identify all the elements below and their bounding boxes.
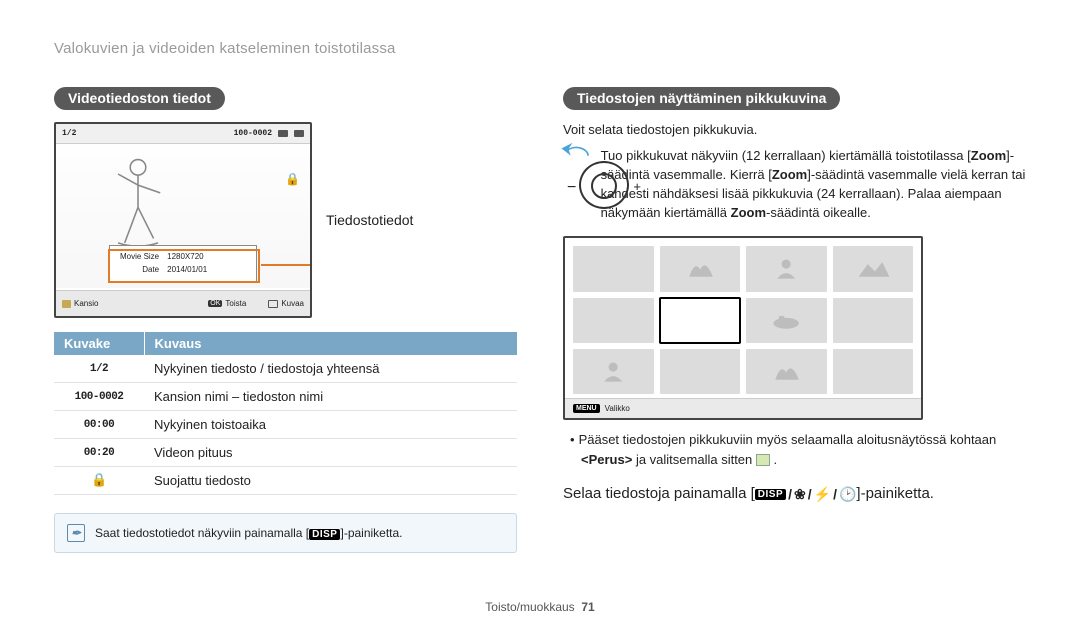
highlight-connector: [261, 264, 312, 266]
counter-label: 1/2: [62, 129, 76, 138]
thumb-cell: [573, 246, 654, 291]
lock-icon: 🔒: [91, 473, 107, 488]
table-header-desc: Kuvaus: [144, 332, 517, 355]
thumb-cell: [746, 349, 827, 394]
minus-icon: −: [567, 179, 576, 197]
bullet-note: •Pääset tiedostojen pikkukuviin myös sel…: [563, 430, 1026, 469]
table-row: 00:00Nykyinen toistoaika: [54, 411, 517, 439]
right-column: Tiedostojen näyttäminen pikkukuvina Voit…: [563, 87, 1026, 553]
page-footer: Toisto/muokkaus 71: [0, 600, 1080, 614]
thumb-cell: [833, 349, 914, 394]
section-heading-video-info: Videotiedoston tiedot: [54, 87, 225, 110]
disp-button-label: DISP: [755, 489, 786, 500]
thumb-cell: [660, 246, 741, 291]
thumb-cell: [833, 298, 914, 343]
thumb-cell: [746, 298, 827, 343]
browse-files-instruction: Selaa tiedostoja painamalla [ DISP/ ❀/ ⚡…: [563, 485, 1026, 503]
left-column: Videotiedoston tiedot 1/2 100-0002 00:00…: [54, 87, 517, 553]
thumb-cell: [573, 349, 654, 394]
table-row: 🔒Suojattu tiedosto: [54, 467, 517, 495]
disp-button-label: DISP: [309, 529, 340, 540]
table-row: 1/2Nykyinen tiedosto / tiedostoja yhteen…: [54, 355, 517, 383]
folder-file-label: 100-0002: [234, 129, 272, 138]
video-info-screenshot: 1/2 100-0002 00:00 00:20: [54, 122, 312, 318]
gallery-app-icon: [756, 454, 770, 466]
thumb-cell: [573, 298, 654, 343]
thumbnail-grid-screenshot: MENU Valikko: [563, 236, 923, 420]
dancer-illustration: [98, 154, 178, 254]
info-note: ✒ Saat tiedostotiedot näkyviin painamall…: [54, 513, 517, 553]
thumb-cell: [833, 246, 914, 291]
menu-label: Valikko: [605, 404, 630, 413]
lock-icon: 🔒: [285, 172, 300, 186]
info-icon: ✒: [67, 524, 85, 542]
folder-icon: [62, 300, 71, 308]
menu-button-label: MENU: [573, 404, 600, 413]
zoom-instruction-text: Tuo pikkukuvat näkyviin (12 kerrallaan) …: [601, 147, 1026, 222]
thumb-cell: [746, 246, 827, 291]
thumbnail-intro: Voit selata tiedostojen pikkukuvia.: [563, 122, 1026, 137]
file-info-callout-label: Tiedostotiedot: [326, 212, 413, 228]
timer-icon: 🕑: [839, 486, 856, 503]
ok-button-label: OK: [208, 300, 222, 307]
thumb-cell-selected: [660, 298, 741, 343]
table-row: 100-0002Kansion nimi – tiedoston nimi: [54, 383, 517, 411]
zoom-dial-illustration: − +: [563, 147, 587, 209]
camera-icon: [268, 300, 278, 308]
thumb-cell: [660, 349, 741, 394]
section-heading-thumbnails: Tiedostojen näyttäminen pikkukuvina: [563, 87, 840, 110]
icon-description-table: Kuvake Kuvaus 1/2Nykyinen tiedosto / tie…: [54, 332, 517, 495]
breadcrumb: Valokuvien ja videoiden katseleminen toi…: [54, 40, 1026, 57]
rotate-arrow-icon: [559, 141, 597, 163]
sd-icon: [278, 130, 288, 137]
macro-icon: ❀: [794, 486, 806, 503]
flash-icon: ⚡: [814, 486, 831, 503]
battery-icon: [294, 130, 304, 137]
table-row: 00:20Videon pituus: [54, 439, 517, 467]
plus-icon: +: [633, 179, 641, 194]
highlight-box: [108, 249, 260, 283]
table-header-icon: Kuvake: [54, 332, 144, 355]
